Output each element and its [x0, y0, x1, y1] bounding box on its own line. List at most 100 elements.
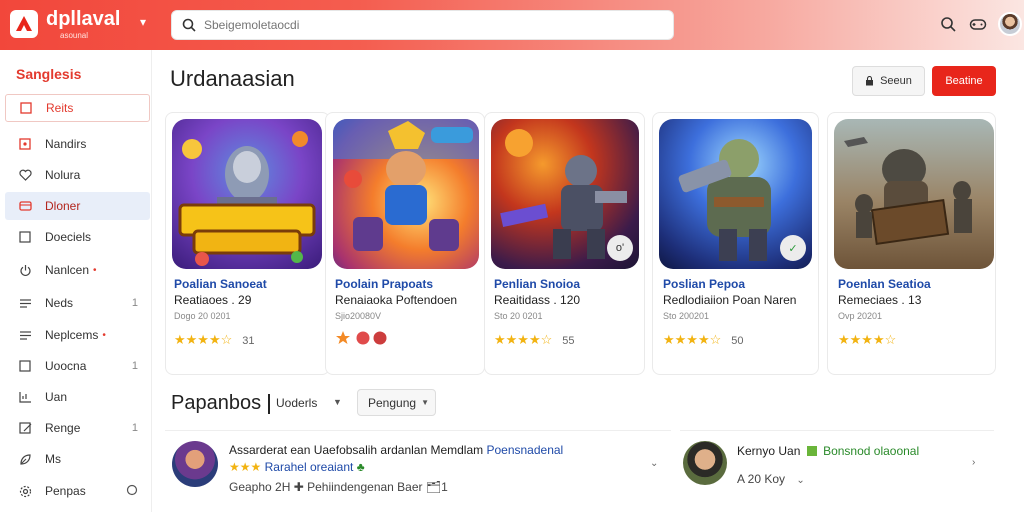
sidebar-item-neplcems[interactable]: Neplcems • — [5, 321, 150, 349]
notification-dot: • — [102, 329, 106, 341]
row-meta: Geapho 2H ✚ Pehiindengenan Baer 🗂1 — [229, 480, 448, 494]
sidebar: Sanglesis Reits Nandirs Nolura Dloner Do… — [0, 50, 152, 512]
game-thumbnail[interactable] — [172, 119, 322, 269]
sidebar-item-uoocna[interactable]: Uoocna 1 — [5, 352, 150, 380]
sidebar-item-penpas[interactable]: Penpas — [5, 477, 150, 505]
sidebar-item-nanlcen[interactable]: Nanlcen • — [5, 256, 150, 284]
square-icon — [18, 230, 32, 244]
game-thumbnail[interactable] — [834, 119, 994, 269]
card-title[interactable]: Poenlan Seatioa — [838, 277, 931, 291]
row-title-text: Assarderat ean Uaefobsalih ardanlan Memd… — [229, 443, 484, 457]
page-title: Urdanaasian — [170, 66, 295, 91]
card-title[interactable]: Penlian Snoioa — [494, 277, 580, 291]
edit-icon — [18, 421, 32, 435]
row-title-text: Kernyo Uan — [737, 444, 801, 458]
secondary-button[interactable]: Seeun — [852, 66, 925, 96]
star-rating: ★★★ — [229, 460, 262, 474]
sidebar-item-neds[interactable]: Neds 1 — [5, 289, 150, 317]
rating-count: 31 — [242, 335, 255, 347]
card-title[interactable]: Poalian Sanoeat — [174, 277, 267, 291]
section-title: Papanbos — [171, 392, 261, 415]
list-icon — [18, 328, 32, 342]
sidebar-item-label: Reits — [46, 101, 74, 115]
row-title[interactable]: Assarderat ean Uaefobsalih ardanlan Memd… — [229, 443, 563, 457]
card-badge[interactable]: ✓ — [780, 235, 806, 261]
game-card[interactable]: Poenlan Seatioa Remeciaes . 13 Ovp 20201… — [827, 112, 996, 375]
game-thumbnail[interactable]: ✓ — [659, 119, 812, 269]
card-title[interactable]: Poolain Prapoats — [335, 277, 433, 291]
card-title[interactable]: Poslian Pepoa — [663, 277, 745, 291]
sidebar-item-renge[interactable]: Renge 1 — [5, 414, 150, 442]
item-count: 1 — [131, 422, 138, 434]
card-badge[interactable]: o' — [607, 235, 633, 261]
square-icon — [19, 101, 33, 115]
search-icon — [182, 18, 196, 32]
game-card[interactable]: ✓ Poslian Pepoa Redlodiaiion Poan Naren … — [652, 112, 819, 375]
sidebar-item-reits[interactable]: Reits — [5, 94, 150, 122]
user-avatar[interactable] — [998, 12, 1022, 36]
user-avatar[interactable] — [683, 441, 727, 485]
chevron-right-icon[interactable]: › — [972, 457, 975, 468]
gamepad-icon[interactable] — [968, 14, 988, 34]
row-title[interactable]: Kernyo Uan Bonsnod olaoonal — [737, 444, 919, 458]
row-rating: ★★★ Rarahel oreaiant ♣ — [229, 460, 365, 474]
chevron-down-icon[interactable]: ⌄ — [796, 475, 804, 486]
card-subtitle: Reaitidass . 120 — [494, 293, 581, 307]
game-thumbnail[interactable] — [333, 119, 479, 269]
game-art-image — [178, 131, 316, 266]
sidebar-item-label: Nanlcen — [45, 263, 90, 277]
app-name: dpllaval — [46, 8, 121, 30]
star-rating: ★★★★☆ — [663, 332, 722, 347]
star-rating: ★★★★☆ — [494, 332, 553, 347]
sidebar-item-ms[interactable]: Ms — [5, 445, 150, 473]
game-card[interactable]: o' Penlian Snoioa Reaitidass . 120 Sto 2… — [484, 112, 645, 375]
rating-count: 50 — [731, 335, 744, 347]
game-thumbnail[interactable]: o' — [491, 119, 639, 269]
primary-button[interactable]: Beatine — [932, 66, 996, 96]
sidebar-item-uan[interactable]: Uan — [5, 383, 150, 411]
search-input[interactable] — [204, 18, 644, 32]
card-rating: ★★★★☆ 55 — [494, 332, 575, 348]
card-meta: Ovp 20201 — [838, 311, 883, 321]
lock-icon — [865, 76, 874, 86]
card-meta: Sto 200201 — [663, 311, 710, 321]
card-meta: Sjio20080V — [335, 311, 382, 321]
row-title-link[interactable]: Bonsnod olaoonal — [823, 444, 919, 458]
card-badges — [335, 330, 387, 349]
game-avatar[interactable] — [172, 441, 218, 487]
app-logo-icon[interactable] — [10, 10, 38, 38]
sidebar-item-nolura[interactable]: Nolura — [5, 161, 150, 189]
chevron-down-icon[interactable]: ▼ — [333, 397, 342, 407]
search-icon[interactable] — [938, 14, 958, 34]
sidebar-item-label: Penpas — [45, 484, 86, 498]
sidebar-item-label: Ms — [45, 452, 61, 466]
game-card[interactable]: Poolain Prapoats Renaiaoka Poftendoen Sj… — [325, 112, 485, 375]
chevron-down-icon[interactable]: ⌄ — [650, 458, 658, 469]
heart-icon — [18, 168, 32, 182]
sidebar-item-label: Doeciels — [45, 230, 92, 244]
sidebar-item-label: Uan — [45, 390, 68, 404]
search-bar[interactable] — [171, 10, 674, 40]
power-icon — [18, 263, 32, 277]
rating-count: 55 — [562, 335, 575, 347]
chevron-down-icon: ▼ — [421, 398, 429, 407]
card-meta: Dogo 20 0201 — [174, 311, 231, 321]
section-filter[interactable]: Uoderls — [276, 396, 317, 410]
card-rating: ★★★★☆ — [838, 332, 896, 348]
sidebar-item-dloner[interactable]: Dloner — [5, 192, 150, 220]
row-title-link[interactable]: Poensnadenal — [486, 443, 563, 457]
divider — [165, 430, 671, 431]
card-rating: ★★★★☆ 31 — [174, 332, 255, 348]
sidebar-item-doeciels[interactable]: Doeciels — [5, 223, 150, 251]
sidebar-item-label: Neplcems — [45, 328, 99, 342]
chart-icon — [18, 390, 32, 404]
sidebar-item-nandirs[interactable]: Nandirs — [5, 130, 150, 158]
game-art-image — [333, 119, 479, 251]
circle-toggle-icon[interactable] — [126, 484, 138, 499]
sort-dropdown-value: Pengung — [368, 395, 417, 410]
card-subtitle: Renaiaoka Poftendoen — [335, 293, 458, 307]
game-card[interactable]: Poalian Sanoeat Reatiaoes . 29 Dogo 20 0… — [165, 112, 330, 375]
section-title-text: Papanbos — [171, 392, 262, 414]
sort-dropdown[interactable]: Pengung ▼ — [357, 389, 436, 416]
chevron-down-icon[interactable]: ▾ — [140, 15, 146, 29]
